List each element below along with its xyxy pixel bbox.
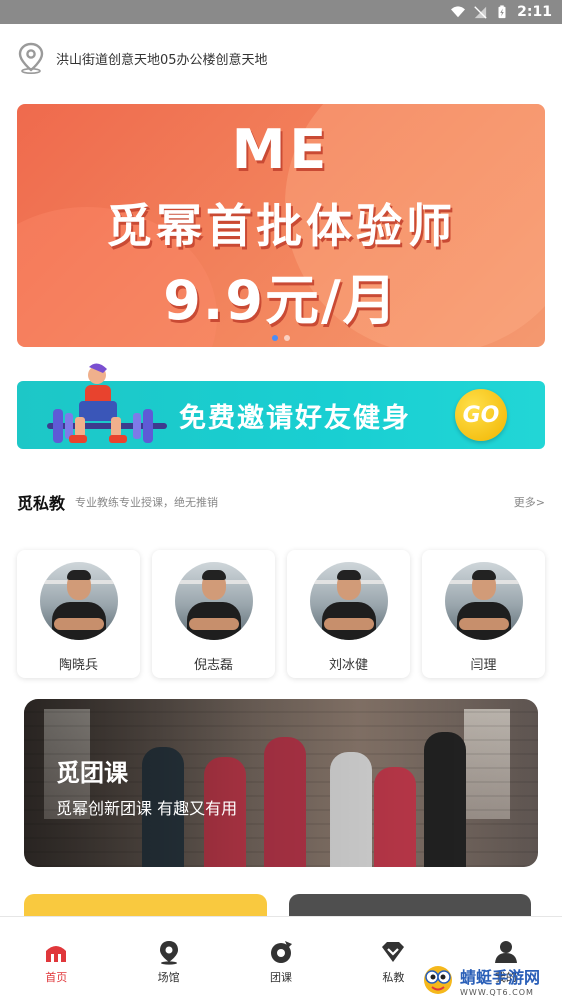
pagination-dot[interactable] bbox=[284, 335, 290, 341]
go-button[interactable]: GO bbox=[455, 389, 507, 441]
watermark-url: WWW.QT6.COM bbox=[460, 987, 534, 997]
app-screen: 2:11 洪山街道创意天地05办公楼创意天地 ME 觅幂首批体验师 9.9元/月 bbox=[0, 0, 562, 1000]
coach-name: 闫理 bbox=[470, 658, 497, 673]
location-icon bbox=[159, 941, 178, 965]
dragonfly-logo-icon bbox=[424, 966, 452, 994]
private-coach-header: 觅私教 专业教练专业授课，绝无推销 更多> bbox=[17, 488, 545, 516]
location-pin-icon bbox=[18, 42, 44, 74]
coach-avatar bbox=[174, 562, 253, 640]
watermark-title: 蜻蜓手游网 bbox=[460, 967, 541, 987]
coach-card[interactable]: 陶晓兵 bbox=[17, 550, 140, 678]
tab-group-class[interactable]: 团课 bbox=[225, 917, 337, 1000]
section-title: 觅私教 bbox=[17, 494, 66, 513]
watermark-text: 蜻蜓手游网 WWW.QT6.COM bbox=[460, 964, 540, 997]
banner-price: 9.9元/月 bbox=[163, 269, 399, 332]
weightlifter-illustration bbox=[47, 363, 167, 443]
wifi-icon bbox=[451, 6, 466, 18]
banner-headline: 觅幂首批体验师 bbox=[106, 199, 456, 253]
status-bar: 2:11 bbox=[0, 0, 562, 24]
tab-label: 场馆 bbox=[157, 971, 180, 984]
more-link[interactable]: 更多> bbox=[514, 494, 545, 510]
coach-list: 陶晓兵 倪志磊 刘冰健 闫理 bbox=[17, 550, 562, 680]
coach-card[interactable]: 刘冰健 bbox=[287, 550, 410, 678]
coach-card[interactable]: 倪志磊 bbox=[152, 550, 275, 678]
coach-avatar bbox=[444, 562, 523, 640]
banner-brand: ME bbox=[231, 118, 331, 181]
tab-label: 私教 bbox=[382, 971, 405, 984]
coach-card[interactable]: 闫理 bbox=[422, 550, 545, 678]
group-class-subtitle: 觅幂创新团课 有趣又有用 bbox=[56, 799, 238, 818]
invite-friends-banner[interactable]: 免费邀请好友健身 GO bbox=[17, 363, 545, 449]
coach-name: 倪志磊 bbox=[193, 658, 233, 673]
coach-avatar bbox=[309, 562, 388, 640]
location-address: 洪山街道创意天地05办公楼创意天地 bbox=[56, 52, 268, 68]
section-subtitle: 专业教练专业授课，绝无推销 bbox=[75, 496, 219, 509]
watermark: 蜻蜓手游网 WWW.QT6.COM bbox=[420, 960, 562, 1000]
location-selector[interactable]: 洪山街道创意天地05办公楼创意天地 bbox=[16, 40, 268, 76]
promo-banner[interactable]: ME 觅幂首批体验师 9.9元/月 bbox=[17, 104, 545, 347]
invite-text: 免费邀请好友健身 bbox=[179, 403, 411, 434]
private-coach-icon bbox=[382, 942, 405, 962]
group-class-title: 觅团课 bbox=[56, 759, 128, 787]
status-time: 2:11 bbox=[517, 4, 552, 20]
signal-icon bbox=[474, 6, 487, 19]
home-icon bbox=[46, 946, 67, 962]
tab-home[interactable]: 首页 bbox=[0, 917, 112, 1000]
coach-name: 陶晓兵 bbox=[58, 658, 98, 673]
tab-venue[interactable]: 场馆 bbox=[112, 917, 224, 1000]
group-class-icon bbox=[271, 941, 293, 963]
coach-avatar bbox=[39, 562, 118, 640]
battery-icon bbox=[498, 5, 506, 19]
group-class-card[interactable]: 觅团课 觅幂创新团课 有趣又有用 bbox=[24, 699, 538, 867]
pagination-dot-active[interactable] bbox=[272, 335, 278, 341]
tab-label: 团课 bbox=[270, 971, 293, 984]
tab-label: 首页 bbox=[45, 971, 68, 984]
banner-pagination bbox=[17, 335, 545, 341]
coach-name: 刘冰健 bbox=[328, 658, 368, 673]
